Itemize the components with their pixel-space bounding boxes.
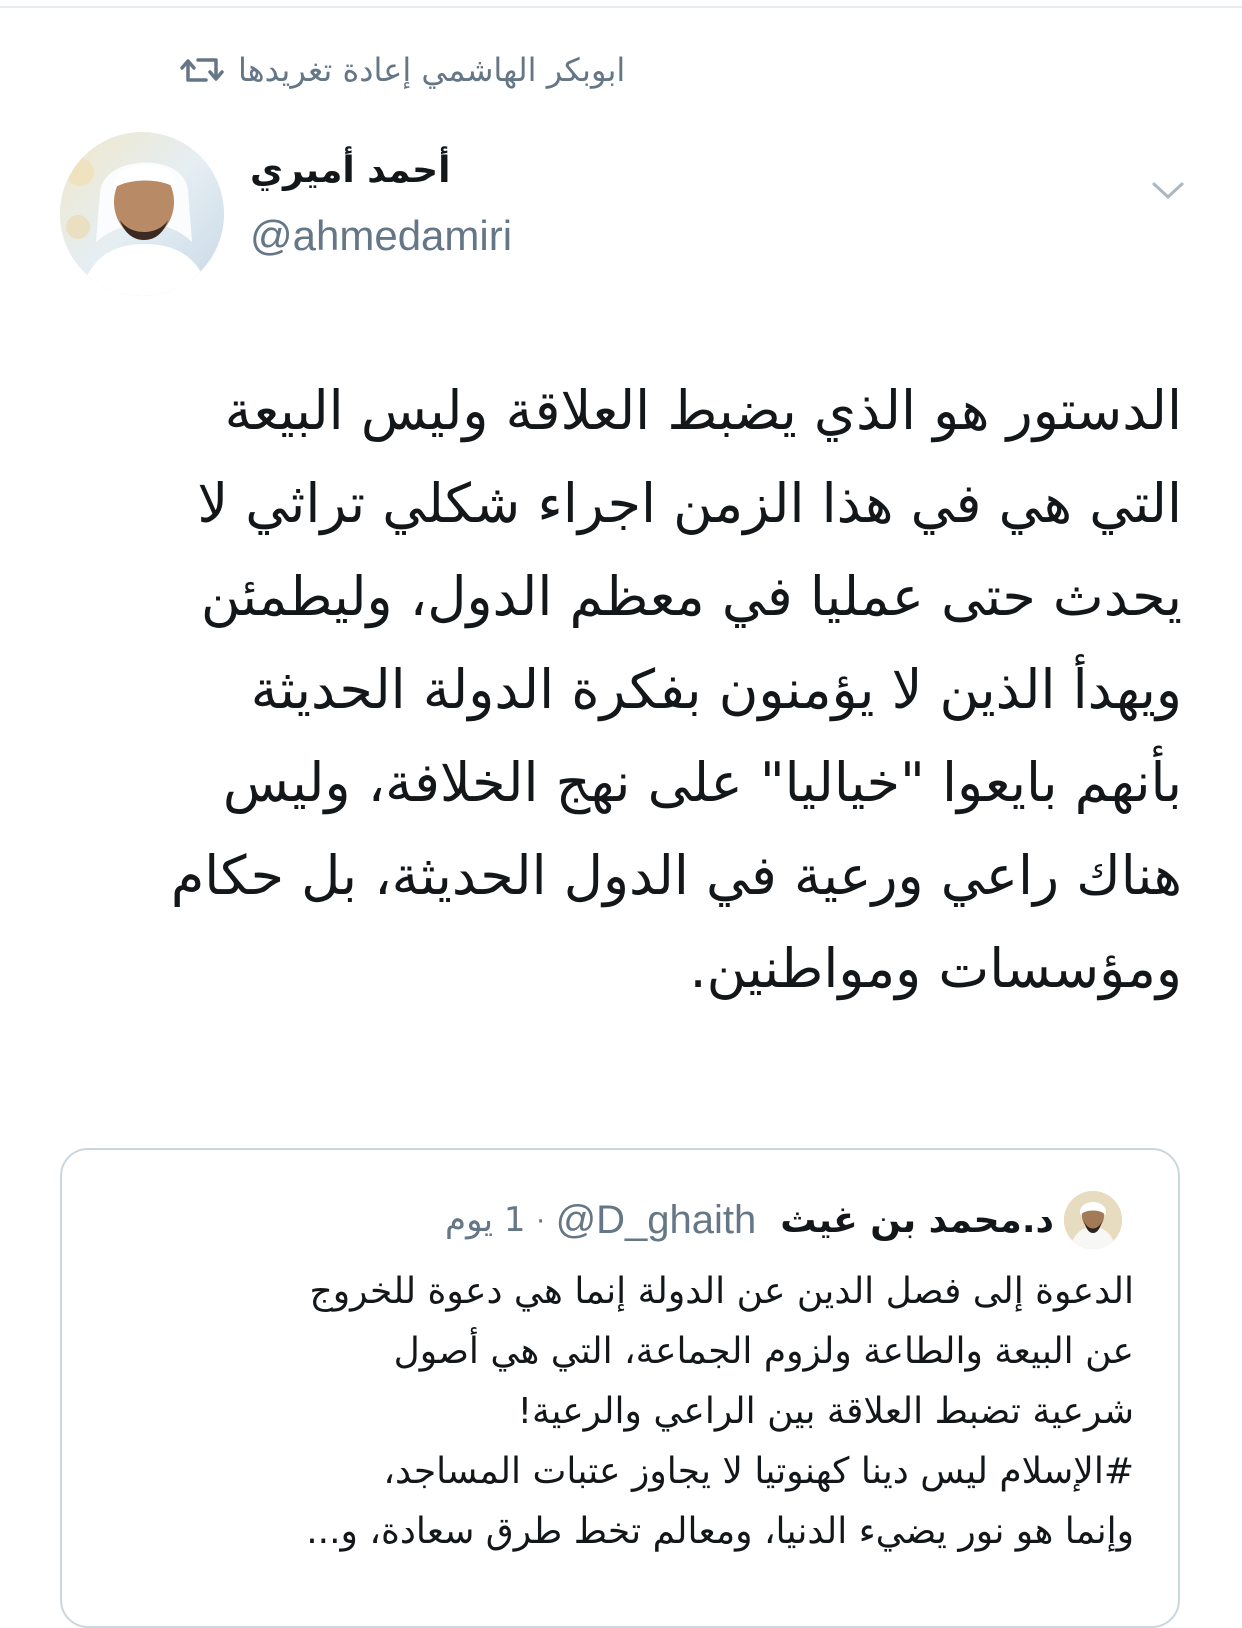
tweet-text-line: ويهدأ الذين لا يؤمنون بفكرة الدولة الحدي… (250, 658, 1182, 721)
avatar-photo (1064, 1191, 1122, 1249)
top-divider (0, 6, 1242, 8)
tweet-text-line: الدستور هو الذي يضبط العلاقة وليس البيعة (224, 379, 1182, 442)
quoted-author-avatar[interactable] (1064, 1191, 1122, 1249)
tweet-text: الدستور هو الذي يضبط العلاقة وليس البيعة… (60, 364, 1182, 1015)
avatar-photo (60, 132, 224, 296)
tweet-text-line: ومؤسسات ومواطنين. (689, 937, 1182, 1000)
author-handle[interactable]: @ahmedamiri (250, 212, 512, 260)
tweet-text-line: يحدث حتى عمليا في معظم الدول، وليطمئن (200, 565, 1182, 628)
quoted-author-handle[interactable]: @D_ghaith (556, 1198, 757, 1243)
retweet-icon (180, 58, 224, 82)
quoted-tweet-text: الدعوة إلى فصل الدين عن الدولة إنما هي د… (114, 1262, 1134, 1562)
quoted-text-line: شرعية تضبط العلاقة بين الراعي والرعية! (517, 1391, 1134, 1432)
quoted-text-line: عن البيعة والطاعة ولزوم الجماعة، التي هي… (393, 1331, 1134, 1372)
retweet-context[interactable]: ابوبكر الهاشمي إعادة تغريدها (180, 42, 720, 98)
quoted-separator: · (535, 1203, 546, 1236)
quoted-timestamp: 1 يوم (445, 1200, 526, 1240)
quoted-text-line: وإنما هو نور يضيء الدنيا، ومعالم تخط طرق… (306, 1511, 1134, 1552)
tweet-text-line: التي هي في هذا الزمن اجراء شكلي تراثي لا (197, 472, 1182, 535)
chevron-down-icon[interactable] (1148, 170, 1188, 210)
quoted-text-line: #الإسلام ليس دينا كهنوتيا لا يجاوز عتبات… (383, 1451, 1134, 1492)
quoted-author-name[interactable]: د.محمد بن غيث (780, 1200, 1054, 1241)
author-name[interactable]: أحمد أميري (250, 150, 450, 191)
quoted-tweet-card[interactable]: د.محمد بن غيث @D_ghaith · 1 يوم الدعوة إ… (60, 1148, 1180, 1628)
quoted-tweet-header: د.محمد بن غيث @D_ghaith · 1 يوم (445, 1190, 1122, 1250)
author-avatar[interactable] (60, 132, 224, 296)
tweet-text-line: هناك راعي ورعية في الدول الحديثة، بل حكا… (170, 844, 1182, 907)
tweet-text-line: بأنهم بايعوا "خياليا" على نهج الخلافة، و… (222, 751, 1182, 814)
quoted-text-line: الدعوة إلى فصل الدين عن الدولة إنما هي د… (309, 1271, 1134, 1312)
retweet-context-text: ابوبكر الهاشمي إعادة تغريدها (238, 51, 626, 89)
